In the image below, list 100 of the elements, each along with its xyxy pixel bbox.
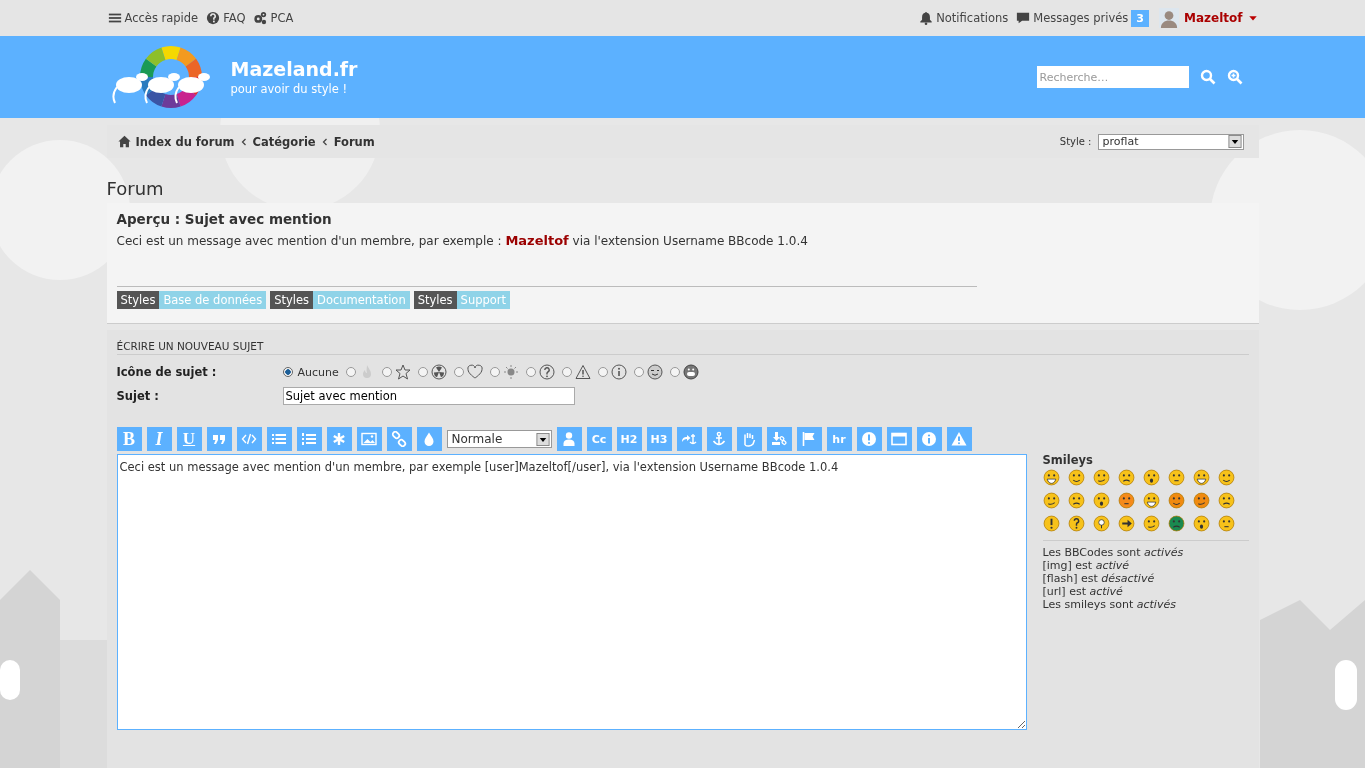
style-select[interactable]: proflat <box>1097 133 1244 150</box>
breadcrumb-link[interactable]: Catégorie <box>252 134 316 149</box>
light-bulb-icon <box>502 364 519 380</box>
message-field[interactable]: Ceci est un message avec mention d'un membre, par exemple [user]Mazeltof[/user], via l'extension Username BBcode 1.0.4 <box>116 454 1027 730</box>
smiley-icon <box>1192 515 1210 532</box>
smiley-icon <box>1192 492 1210 509</box>
smiley-icon <box>1192 469 1210 486</box>
format-button[interactable] <box>946 427 972 451</box>
top-link[interactable]: FAQ <box>206 11 246 25</box>
smiley-icon <box>1042 469 1060 486</box>
bell-icon <box>919 11 934 25</box>
format-button[interactable] <box>886 427 912 451</box>
radio-button[interactable] <box>282 367 293 377</box>
format-button[interactable] <box>706 427 732 451</box>
asterisk-icon <box>331 431 347 447</box>
format-button[interactable] <box>386 427 412 451</box>
smiley-icon <box>1117 492 1135 509</box>
caret-icon <box>1247 13 1258 23</box>
smiley-icon <box>1167 469 1185 486</box>
download-link-icon <box>771 431 787 447</box>
bbcode-status-text: Les smileys sont activés <box>1042 598 1177 611</box>
smiley-icon <box>1167 492 1185 509</box>
smiley-icon <box>1117 469 1135 486</box>
format-button[interactable] <box>676 427 702 451</box>
smiley-icon <box>1092 515 1110 532</box>
radio-label: Aucune <box>297 365 339 379</box>
avatar-icon <box>1159 8 1179 28</box>
warning-icon <box>574 364 591 380</box>
smiley-icon <box>1142 515 1160 532</box>
subject-field[interactable]: Sujet avec mention <box>282 387 575 405</box>
page-title: Forum <box>106 178 165 199</box>
smiley-icon <box>1117 515 1135 532</box>
radio-button[interactable] <box>453 367 464 377</box>
breadcrumb-link[interactable]: Index du forum <box>135 134 235 149</box>
code-icon <box>241 431 257 447</box>
notifications-link[interactable]: Notifications <box>919 11 1009 25</box>
message-count: 3 <box>1131 9 1149 27</box>
smiley-icon <box>1067 515 1085 532</box>
format-button[interactable] <box>416 427 442 451</box>
smiley-icon <box>1217 469 1235 486</box>
breadcrumb-link[interactable]: Forum <box>333 134 375 149</box>
question-icon <box>538 364 555 380</box>
warning-icon <box>951 431 967 447</box>
smileys-heading: Smileys <box>1042 453 1094 467</box>
bbcode-status-text: Les BBCodes sont activés <box>1042 546 1185 559</box>
smiley-icon <box>1142 469 1160 486</box>
format-button[interactable] <box>266 427 292 451</box>
search-icon <box>1199 69 1216 85</box>
smiley-icon <box>1142 492 1160 509</box>
chevron-icon <box>239 137 248 146</box>
radio-button[interactable] <box>489 367 500 377</box>
radio-button[interactable] <box>345 367 356 377</box>
radio-button[interactable] <box>669 367 680 377</box>
window-icon <box>891 431 907 447</box>
smiley-icon <box>1042 515 1060 532</box>
grin-smiley-icon <box>682 364 699 380</box>
top-link[interactable]: PCA <box>253 11 294 25</box>
field-label: Sujet : <box>116 389 160 403</box>
format-button[interactable] <box>766 427 792 451</box>
speech-bubble-icon <box>1016 11 1031 25</box>
format-button[interactable] <box>356 427 382 451</box>
home-icon <box>117 135 131 148</box>
search-field[interactable]: Recherche… <box>1036 66 1189 88</box>
smiley-icon <box>1217 515 1235 532</box>
user-menu[interactable]: Mazeltof <box>1159 8 1258 28</box>
format-button[interactable] <box>326 427 352 451</box>
radio-button[interactable] <box>417 367 428 377</box>
zoom-in-icon <box>1226 69 1243 85</box>
wink-smiley-icon <box>646 364 663 380</box>
format-button[interactable] <box>856 427 882 451</box>
format-button[interactable] <box>206 427 232 451</box>
radio-button[interactable] <box>633 367 644 377</box>
anchor-icon <box>711 431 727 447</box>
user-icon <box>561 431 577 447</box>
form-title: ÉCRIRE UN NOUVEAU SUJET <box>116 340 1249 355</box>
format-button[interactable] <box>296 427 322 451</box>
help-icon <box>206 11 221 25</box>
smiley-icon <box>1042 492 1060 509</box>
preview-title: Aperçu : Sujet avec mention <box>116 211 333 227</box>
star-icon <box>394 364 411 380</box>
arrow-anchor-icon <box>681 431 697 447</box>
radio-button[interactable] <box>381 367 392 377</box>
preview-message: Ceci est un message avec mention d'un membre, par exemple : Mazeltof via l'extension Username BBcode 1.0.4 <box>116 233 809 248</box>
format-button[interactable] <box>556 427 582 451</box>
format-button[interactable] <box>236 427 262 451</box>
smiley-icon <box>1092 469 1110 486</box>
font-size-select[interactable]: Normale <box>446 430 552 448</box>
top-link[interactable]: Accès rapide <box>107 11 199 25</box>
style-label: Style : <box>1059 136 1092 147</box>
exclamation-icon <box>861 431 877 447</box>
field-label: Icône de sujet : <box>116 365 218 379</box>
format-button[interactable] <box>796 427 822 451</box>
format-button[interactable] <box>736 427 762 451</box>
radio-button[interactable] <box>525 367 536 377</box>
heart-icon <box>466 364 483 380</box>
radio-button[interactable] <box>597 367 608 377</box>
bbcode-status-text: [img] est activé <box>1042 559 1131 572</box>
messages-link[interactable]: Messages privés <box>1016 11 1129 25</box>
format-button[interactable] <box>916 427 942 451</box>
radio-button[interactable] <box>561 367 572 377</box>
